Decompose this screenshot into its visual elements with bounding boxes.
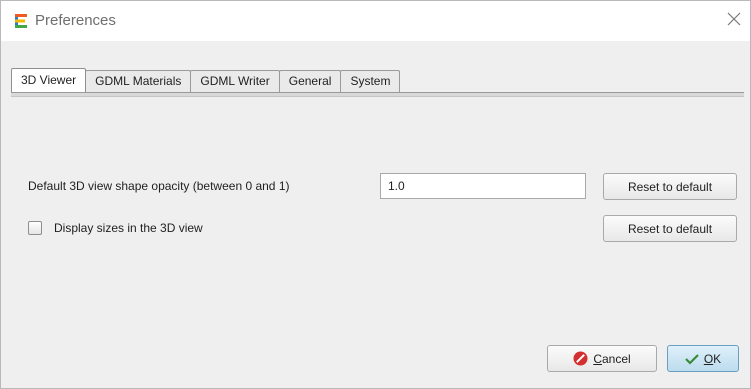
tab-3d-viewer[interactable]: 3D Viewer: [11, 68, 87, 92]
tab-gdml-writer[interactable]: GDML Writer: [190, 70, 280, 92]
tab-system[interactable]: System: [340, 70, 401, 92]
tab-general[interactable]: General: [278, 70, 342, 92]
app-e-icon: [13, 13, 29, 29]
opacity-label: Default 3D view shape opacity (between 0…: [28, 179, 290, 193]
reset-display-sizes-button[interactable]: Reset to default: [603, 215, 737, 242]
title-bar: Preferences: [1, 1, 750, 41]
reset-display-sizes-label: Reset to default: [627, 221, 713, 236]
display-sizes-checkbox[interactable]: [28, 221, 42, 235]
ok-button[interactable]: OK: [667, 345, 739, 372]
reset-opacity-label: Reset to default: [627, 179, 713, 194]
window-title: Preferences: [35, 12, 116, 29]
ok-label: OK: [703, 351, 722, 366]
tab-strip: 3D Viewer GDML Materials GDML Writer Gen…: [11, 68, 401, 92]
close-icon: [726, 11, 742, 32]
reset-opacity-button[interactable]: Reset to default: [603, 173, 737, 200]
close-button[interactable]: [722, 9, 746, 33]
preferences-dialog: Preferences 3D Viewer GDML Materials GDM…: [0, 0, 751, 389]
cancel-label: Cancel: [593, 351, 631, 366]
checkmark-icon: [685, 353, 699, 365]
display-sizes-label: Display sizes in the 3D view: [54, 221, 203, 235]
opacity-input[interactable]: 1.0: [380, 173, 586, 199]
cancel-icon: [573, 351, 588, 366]
cancel-button[interactable]: Cancel: [547, 345, 657, 372]
tab-divider: [11, 92, 744, 97]
tab-gdml-materials[interactable]: GDML Materials: [85, 70, 192, 92]
